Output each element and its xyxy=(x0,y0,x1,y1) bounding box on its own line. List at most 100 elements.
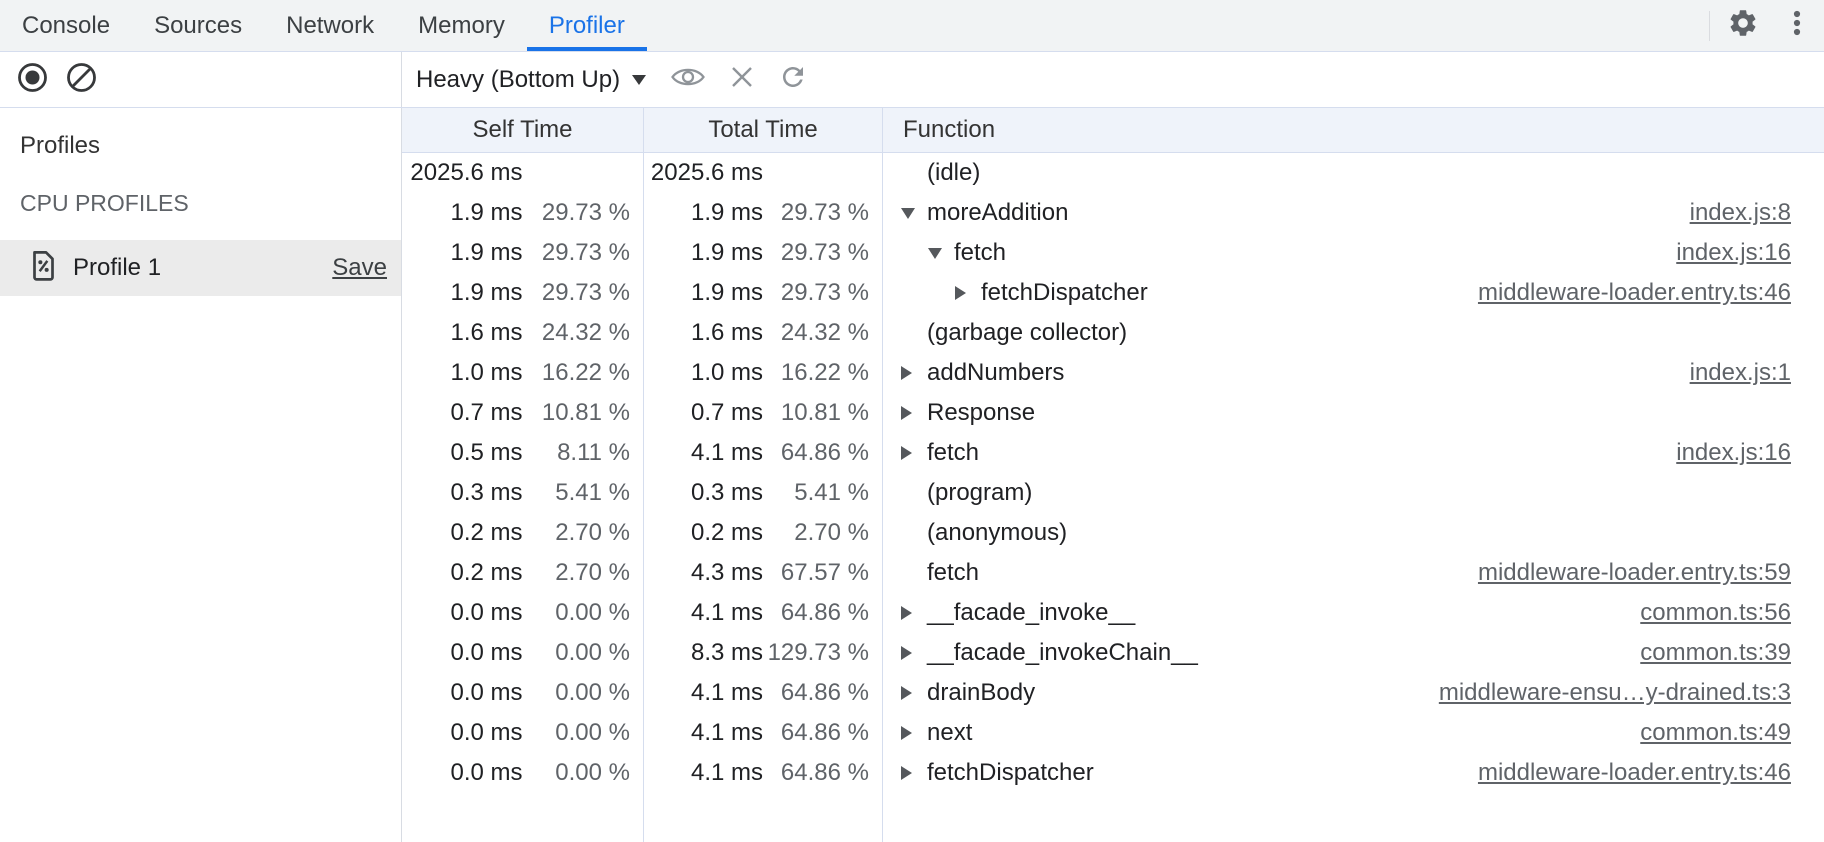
total-time-ms: 0.2 ms xyxy=(644,519,763,547)
self-time-percent: 0.00 % xyxy=(523,679,644,707)
self-time-ms: 1.0 ms xyxy=(402,359,523,387)
self-time-cell: 1.9 ms 29.73 % xyxy=(402,193,644,233)
source-link[interactable]: common.ts:39 xyxy=(1640,639,1791,667)
source-link[interactable]: middleware-loader.entry.ts:46 xyxy=(1478,759,1791,787)
grid-empty-area xyxy=(402,793,1824,842)
source-link[interactable]: index.js:1 xyxy=(1690,359,1791,387)
table-row[interactable]: 1.0 ms 16.22 % 1.0 ms 16.22 % addNumbers… xyxy=(402,353,1824,393)
column-header-total-time[interactable]: Total Time xyxy=(644,108,883,152)
self-time-cell: 0.0 ms 0.00 % xyxy=(402,673,644,713)
tab-console[interactable]: Console xyxy=(0,0,132,51)
self-time-percent: 8.11 % xyxy=(523,439,644,467)
table-row[interactable]: 1.9 ms 29.73 % 1.9 ms 29.73 % fetch inde… xyxy=(402,233,1824,273)
source-link[interactable]: index.js:16 xyxy=(1676,439,1791,467)
table-row[interactable]: 0.2 ms 2.70 % 4.3 ms 67.57 % fetch middl… xyxy=(402,553,1824,593)
more-options-button[interactable] xyxy=(1778,4,1816,48)
table-row[interactable]: 0.0 ms 0.00 % 4.1 ms 64.86 % fetchDispat… xyxy=(402,753,1824,793)
table-row[interactable]: 2025.6 ms 2025.6 ms (idle) xyxy=(402,153,1824,193)
function-name: Response xyxy=(927,399,1035,427)
tab-profiler[interactable]: Profiler xyxy=(527,0,647,51)
function-cell: moreAddition index.js:8 xyxy=(883,193,1824,233)
column-header-self-time[interactable]: Self Time xyxy=(402,108,644,152)
table-row[interactable]: 1.9 ms 29.73 % 1.9 ms 29.73 % fetchDispa… xyxy=(402,273,1824,313)
self-time-cell: 0.2 ms 2.70 % xyxy=(402,553,644,593)
restore-all-button[interactable] xyxy=(778,62,808,97)
self-time-ms: 0.0 ms xyxy=(402,679,523,707)
total-time-ms: 1.6 ms xyxy=(644,319,763,347)
table-row[interactable]: 0.0 ms 0.00 % 4.1 ms 64.86 % next common… xyxy=(402,713,1824,753)
table-row[interactable]: 1.9 ms 29.73 % 1.9 ms 29.73 % moreAdditi… xyxy=(402,193,1824,233)
self-time-percent: 0.00 % xyxy=(523,639,644,667)
grid-body: 2025.6 ms 2025.6 ms (idle) 1.9 ms 29.73 … xyxy=(402,153,1824,842)
self-time-ms: 0.0 ms xyxy=(402,639,523,667)
settings-button[interactable] xyxy=(1724,4,1762,48)
function-cell: drainBody middleware-ensu…y-drained.ts:3 xyxy=(883,673,1824,713)
total-time-ms: 1.9 ms xyxy=(644,239,763,267)
profiler-toolbar: Heavy (Bottom Up) xyxy=(0,52,1824,108)
self-time-ms: 0.3 ms xyxy=(402,479,523,507)
self-time-percent: 29.73 % xyxy=(523,279,644,307)
table-row[interactable]: 0.3 ms 5.41 % 0.3 ms 5.41 % (program) xyxy=(402,473,1824,513)
exclude-selected-button[interactable] xyxy=(728,63,756,96)
total-time-cell: 8.3 ms 129.73 % xyxy=(644,633,883,673)
tab-memory[interactable]: Memory xyxy=(396,0,527,51)
source-link[interactable]: middleware-ensu…y-drained.ts:3 xyxy=(1439,679,1791,707)
self-time-cell: 0.0 ms 0.00 % xyxy=(402,633,644,673)
clear-profiles-button[interactable] xyxy=(66,62,97,98)
expand-arrow-icon[interactable] xyxy=(901,606,927,620)
function-cell: (anonymous) xyxy=(883,513,1824,553)
self-time-ms: 2025.6 ms xyxy=(402,159,523,187)
expand-arrow-icon[interactable] xyxy=(901,366,927,380)
collapse-arrow-icon[interactable] xyxy=(901,208,927,219)
profile-view-toolbar: Heavy (Bottom Up) xyxy=(402,52,1824,107)
table-row[interactable]: 0.7 ms 10.81 % 0.7 ms 10.81 % Response xyxy=(402,393,1824,433)
column-header-function[interactable]: Function xyxy=(883,108,1824,152)
chevron-down-icon xyxy=(632,75,646,85)
table-row[interactable]: 0.0 ms 0.00 % 8.3 ms 129.73 % __facade_i… xyxy=(402,633,1824,673)
expand-arrow-icon[interactable] xyxy=(901,726,927,740)
table-row[interactable]: 0.0 ms 0.00 % 4.1 ms 64.86 % __facade_in… xyxy=(402,593,1824,633)
total-time-cell: 1.0 ms 16.22 % xyxy=(644,353,883,393)
total-time-ms: 2025.6 ms xyxy=(644,159,763,187)
expand-arrow-icon[interactable] xyxy=(901,686,927,700)
function-name: __facade_invoke__ xyxy=(927,599,1135,627)
total-time-percent: 129.73 % xyxy=(763,639,882,667)
source-link[interactable]: common.ts:56 xyxy=(1640,599,1791,627)
expand-arrow-icon[interactable] xyxy=(901,446,927,460)
source-link[interactable]: index.js:8 xyxy=(1690,199,1791,227)
function-name: (program) xyxy=(927,479,1032,507)
source-link[interactable]: common.ts:49 xyxy=(1640,719,1791,747)
table-row[interactable]: 0.5 ms 8.11 % 4.1 ms 64.86 % fetch index… xyxy=(402,433,1824,473)
total-time-percent: 64.86 % xyxy=(763,679,882,707)
table-row[interactable]: 0.2 ms 2.70 % 0.2 ms 2.70 % (anonymous) xyxy=(402,513,1824,553)
self-time-ms: 0.2 ms xyxy=(402,559,523,587)
sidebar-item-profile-1[interactable]: Profile 1 Save xyxy=(0,240,401,296)
expand-arrow-icon[interactable] xyxy=(901,766,927,780)
total-time-percent: 2.70 % xyxy=(763,519,882,547)
record-profile-button[interactable] xyxy=(17,62,48,98)
total-time-percent: 67.57 % xyxy=(763,559,882,587)
expand-arrow-icon[interactable] xyxy=(901,406,927,420)
source-link[interactable]: middleware-loader.entry.ts:59 xyxy=(1478,559,1791,587)
save-profile-link[interactable]: Save xyxy=(332,254,387,282)
focus-selected-button[interactable] xyxy=(670,65,706,94)
function-cell: fetchDispatcher middleware-loader.entry.… xyxy=(883,273,1824,313)
gear-icon xyxy=(1727,7,1759,44)
tab-sources[interactable]: Sources xyxy=(132,0,264,51)
three-dot-menu-icon xyxy=(1783,8,1811,43)
table-row[interactable]: 0.0 ms 0.00 % 4.1 ms 64.86 % drainBody m… xyxy=(402,673,1824,713)
function-name: next xyxy=(927,719,972,747)
table-row[interactable]: 1.6 ms 24.32 % 1.6 ms 24.32 % (garbage c… xyxy=(402,313,1824,353)
function-cell: Response xyxy=(883,393,1824,433)
expand-arrow-icon[interactable] xyxy=(901,646,927,660)
collapse-arrow-icon[interactable] xyxy=(928,248,954,259)
source-link[interactable]: index.js:16 xyxy=(1676,239,1791,267)
profile-view-select[interactable]: Heavy (Bottom Up) xyxy=(416,66,646,94)
function-name: (idle) xyxy=(927,159,980,187)
expand-arrow-icon[interactable] xyxy=(955,286,981,300)
source-link[interactable]: middleware-loader.entry.ts:46 xyxy=(1478,279,1791,307)
eye-icon xyxy=(670,65,706,94)
function-cell: (garbage collector) xyxy=(883,313,1824,353)
function-name: (anonymous) xyxy=(927,519,1067,547)
tab-network[interactable]: Network xyxy=(264,0,396,51)
